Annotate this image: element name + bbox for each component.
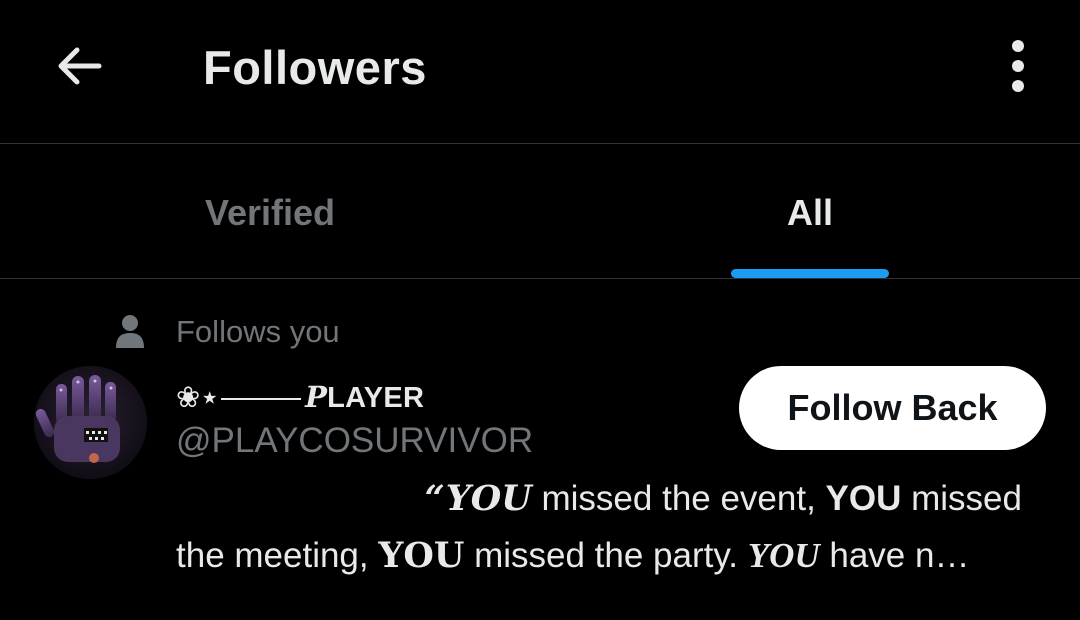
arrow-left-icon [58, 47, 102, 85]
bio-text-5: have n… [819, 536, 970, 575]
bio-text-2: missed [901, 479, 1022, 518]
app-header: Followers [0, 0, 1080, 144]
avatar-image [34, 366, 147, 479]
more-vertical-icon [1012, 40, 1024, 92]
bio-text-3: the meeting, [176, 536, 379, 575]
more-options-button[interactable] [988, 32, 1048, 100]
tab-all[interactable]: All [540, 144, 1080, 278]
display-name-divider [221, 398, 302, 401]
bio-you-2: YOU [825, 479, 902, 518]
page-title: Followers [203, 41, 427, 94]
tab-bar: Verified All [0, 144, 1080, 279]
bio-open-quote: “ [424, 478, 446, 519]
bio-you-1: YOU [445, 478, 532, 519]
tab-verified-label: Verified [204, 192, 336, 233]
display-name-prefix: ❀⋆ [176, 382, 220, 414]
display-name-rest: LAYER [327, 382, 425, 414]
active-tab-indicator [731, 269, 889, 278]
bio-line-1: “YOU missed the event, YOU missed [176, 470, 1046, 527]
username-handle: @PLAYCOSURVIVOR [176, 421, 534, 460]
bio-you-3: YOU [378, 535, 465, 576]
back-button[interactable] [44, 34, 114, 98]
follow-back-button[interactable]: Follow Back [739, 366, 1046, 450]
follows-you-label: Follows you [176, 314, 340, 349]
display-name-initial: P [305, 380, 328, 414]
tab-all-label: All [786, 192, 833, 233]
bio-text-1: missed the event, [531, 479, 826, 518]
bio-text-4: missed the party. [464, 536, 748, 575]
bio-line-2: the meeting, YOU missed the party. YOU h… [176, 527, 1046, 584]
person-icon [116, 315, 144, 348]
user-bio: “YOU missed the event, YOU missed the me… [176, 470, 1046, 584]
bio-you-4: YOU [747, 536, 820, 575]
tab-verified[interactable]: Verified [0, 144, 540, 278]
display-name: ❀⋆ PLAYER [176, 380, 424, 415]
avatar[interactable] [34, 366, 147, 479]
